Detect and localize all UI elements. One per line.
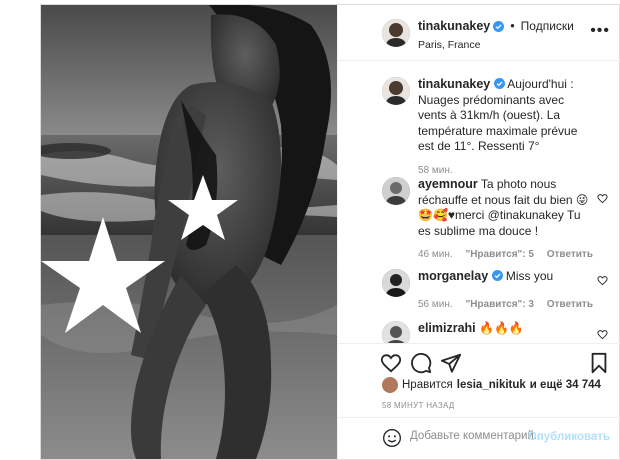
comment-username[interactable]: ayemnour: [418, 177, 478, 191]
comment-body: morganelay Miss you 56 мин. "Нравится": …: [418, 269, 596, 312]
following-button[interactable]: Подписки: [521, 19, 574, 33]
comment-meta: 56 мин. "Нравится": 3 Ответить: [418, 297, 596, 313]
caption-body: tinakunakey Aujourd'hui : Nuages prédomi…: [418, 77, 596, 178]
caption-meta: 58 мин.: [418, 163, 596, 179]
avatar-image: [382, 177, 410, 205]
comment-time[interactable]: 46 мин.: [418, 249, 453, 260]
heart-icon[interactable]: [597, 193, 608, 204]
caption-time[interactable]: 58 мин.: [418, 165, 453, 176]
header-title-row: tinakunakey • Подписки: [418, 19, 574, 33]
photo-image: [41, 5, 337, 459]
avatar-image: [382, 269, 410, 297]
verified-badge-icon: [491, 270, 503, 281]
author-avatar[interactable]: [382, 19, 410, 47]
comment-bubble-icon[interactable]: [410, 352, 432, 374]
post-sidebar: tinakunakey • Подписки Paris, France •••: [337, 5, 620, 459]
post-header: tinakunakey • Подписки Paris, France •••: [338, 5, 620, 61]
more-horizontal-icon[interactable]: •••: [590, 23, 610, 39]
reply-button[interactable]: Ответить: [547, 299, 593, 310]
comment-avatar[interactable]: [382, 177, 410, 205]
heart-icon[interactable]: [597, 329, 608, 340]
comment-likes[interactable]: "Нравится": 3: [465, 299, 534, 310]
comment-time[interactable]: 56 мин.: [418, 299, 453, 310]
liker-avatar[interactable]: [382, 377, 398, 393]
comment-username[interactable]: elimizrahi: [418, 321, 476, 335]
post-location[interactable]: Paris, France: [418, 39, 480, 51]
avatar-image: [382, 321, 410, 343]
caption-username[interactable]: tinakunakey: [418, 77, 490, 91]
comment-text: 🔥🔥🔥: [479, 321, 524, 335]
post-photo[interactable]: [41, 5, 337, 459]
comment-body: ayemnour Ta photo nous réchauffe et nous…: [418, 177, 596, 263]
avatar-image: [382, 77, 410, 105]
comment-meta: 46 мин. "Нравится": 5 Ответить: [418, 247, 596, 263]
comment-text: Miss you: [505, 269, 554, 283]
comments-list[interactable]: tinakunakey Aujourd'hui : Nuages prédomi…: [338, 61, 620, 343]
share-send-icon[interactable]: [440, 352, 462, 374]
likes-prefix: Нравится: [402, 379, 453, 391]
post-dialog: tinakunakey • Подписки Paris, France •••: [40, 4, 620, 460]
caption-avatar[interactable]: [382, 77, 410, 105]
verified-badge-icon: [493, 78, 505, 89]
verified-badge-icon: [493, 20, 505, 32]
comment-avatar[interactable]: [382, 269, 410, 297]
author-username[interactable]: tinakunakey: [418, 19, 490, 33]
like-heart-icon[interactable]: [380, 352, 402, 374]
reply-button[interactable]: Ответить: [547, 249, 593, 260]
emoji-icon[interactable]: [382, 428, 402, 448]
comment-username[interactable]: morganelay: [418, 269, 488, 283]
comment-likes[interactable]: "Нравится": 5: [465, 249, 534, 260]
heart-icon[interactable]: [597, 275, 608, 286]
header-separator: •: [510, 19, 515, 33]
add-comment-bar: Опубликовать: [338, 417, 620, 459]
publish-button[interactable]: Опубликовать: [528, 431, 610, 443]
likes-summary: Нравится lesia_nikituk и ещё 34 744: [382, 377, 601, 393]
likes-count[interactable]: и ещё 34 744: [530, 379, 601, 391]
post-timestamp[interactable]: 58 МИНУТ НАЗАД: [382, 401, 455, 410]
avatar-image: [382, 19, 410, 47]
bookmark-icon[interactable]: [588, 352, 610, 374]
comment-body: elimizrahi 🔥🔥🔥: [418, 321, 596, 337]
liker-username[interactable]: lesia_nikituk: [457, 379, 526, 391]
comment-avatar[interactable]: [382, 321, 410, 343]
